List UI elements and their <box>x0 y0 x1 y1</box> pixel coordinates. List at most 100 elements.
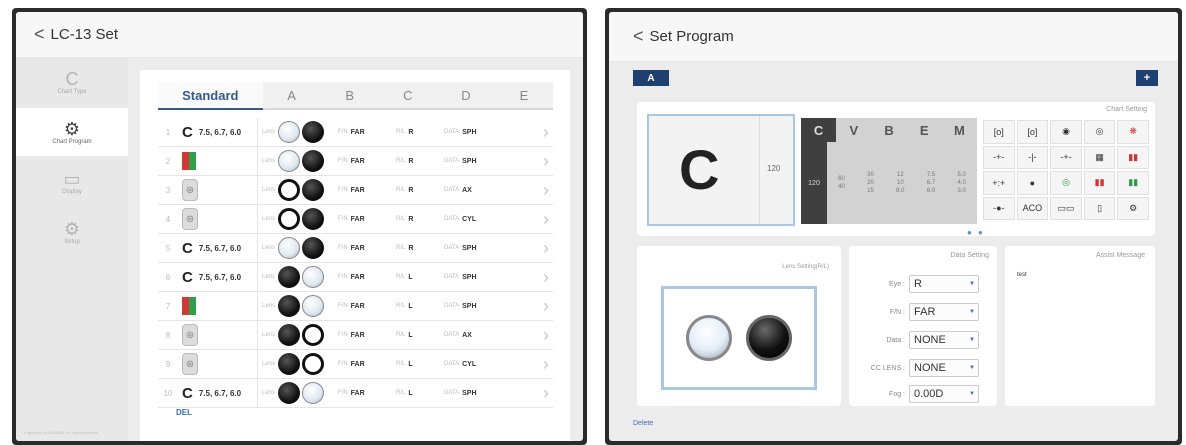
data-field: DATA AX <box>444 332 490 339</box>
optotype-tab[interactable]: V <box>836 118 871 142</box>
chart-option-icon[interactable]: [o] <box>983 120 1015 144</box>
program-row[interactable]: 2 Lens F/N FAR R/L R DATA SPH › <box>158 147 553 176</box>
acuity-selected[interactable]: 120 <box>801 142 827 224</box>
data-field: DATA SPH <box>444 129 490 136</box>
chevron-right-icon[interactable]: › <box>543 354 549 375</box>
chart-option-icon[interactable]: ● <box>1016 171 1049 195</box>
far-near-field: F/N FAR <box>338 187 386 194</box>
optotype-tab[interactable]: E <box>907 118 942 142</box>
data-setting-row: Data : NONE ▼ <box>849 330 997 350</box>
acuity-column[interactable]: 7.5 6.7 6.0 <box>927 171 935 195</box>
sidebar-item-display[interactable]: ▭ Display <box>16 158 128 206</box>
sidebar-item-setup[interactable]: ⚙ Setup <box>16 208 128 256</box>
chart-option-icon[interactable]: ▮▮ <box>1117 171 1149 195</box>
delete-button[interactable]: Delete <box>633 420 653 427</box>
tab-e[interactable]: E <box>494 82 554 110</box>
tab-a[interactable]: A <box>262 82 321 110</box>
right-left-field: R/L R <box>396 187 434 194</box>
chart-option-icon[interactable]: +:+ <box>983 171 1015 195</box>
program-row[interactable]: 9 ⊛ Lens F/N FAR R/L L DATA CYL › <box>158 350 553 379</box>
chevron-right-icon[interactable]: › <box>543 296 549 317</box>
chart-option-icon[interactable]: ◎ <box>1083 120 1116 144</box>
chart-option-icon[interactable]: ❋ <box>1117 120 1149 144</box>
chart-option-icon[interactable]: ▦ <box>1083 145 1116 169</box>
optotype-tab[interactable]: M <box>942 118 977 142</box>
program-tabs: Standard A B C D E <box>158 82 554 110</box>
acuity-column[interactable]: 12 10 8.0 <box>896 171 904 195</box>
chart-option-icon[interactable]: -|- <box>1016 145 1049 169</box>
tab-d[interactable]: D <box>436 82 495 110</box>
del-button[interactable]: DEL <box>176 408 192 417</box>
astigmatism-chart-icon: ⊛ <box>182 353 198 375</box>
field-select[interactable]: R ▼ <box>909 275 979 293</box>
chevron-right-icon[interactable]: › <box>543 267 549 288</box>
left-lens-occluder[interactable] <box>746 315 792 361</box>
add-button[interactable]: + <box>1136 70 1158 86</box>
program-row[interactable]: 4 ⊛ Lens F/N FAR R/L R DATA CYL › <box>158 205 553 234</box>
data-label: DATA <box>444 361 460 367</box>
back-chevron-icon[interactable]: < <box>34 24 45 45</box>
tab-c[interactable]: C <box>378 82 437 110</box>
field-select[interactable]: 0.00D ▼ <box>909 385 979 403</box>
lens-label: Lens <box>262 274 276 280</box>
program-row[interactable]: 3 ⊛ Lens F/N FAR R/L R DATA AX › <box>158 176 553 205</box>
chart-option-icon[interactable]: ◉ <box>1050 120 1082 144</box>
acuity-column[interactable]: 60 40 <box>838 175 845 191</box>
chart-option-icon[interactable]: ACO <box>1016 196 1049 220</box>
chart-option-icon[interactable]: ▯ <box>1083 196 1116 220</box>
chart-option-icon[interactable]: [o] <box>1016 120 1049 144</box>
acuity-column[interactable]: 5.0 4.0 3.0 <box>957 171 965 195</box>
sidebar-item-chart-program[interactable]: ⚙ Chart Program <box>16 108 128 156</box>
chart-option-icon[interactable]: ⚙ <box>1117 196 1149 220</box>
chevron-right-icon[interactable]: › <box>543 122 549 143</box>
row-number: 7 <box>165 301 171 311</box>
row-chart: ⊛ <box>178 350 258 378</box>
right-lens-clear[interactable] <box>686 315 732 361</box>
program-row[interactable]: 6 C 7.5, 6.7, 6.0 Lens F/N FAR R/L L DATA SPH › <box>158 263 553 292</box>
chevron-right-icon[interactable]: › <box>543 238 549 259</box>
chevron-right-icon[interactable]: › <box>543 180 549 201</box>
data-field: DATA CYL <box>444 361 490 368</box>
left-lens-icon <box>302 208 324 230</box>
optotype-tab[interactable]: B <box>871 118 906 142</box>
chart-option-icon[interactable]: ▮▮ <box>1117 145 1149 169</box>
chevron-right-icon[interactable]: › <box>543 325 549 346</box>
tab-standard[interactable]: Standard <box>158 82 263 110</box>
left-lens-icon <box>302 237 324 259</box>
lens-pair <box>278 266 328 288</box>
sidebar: C Chart Type ⚙ Chart Program ▭ Display ⚙… <box>16 58 128 441</box>
landolt-c-icon: C <box>182 239 193 257</box>
chart-option-icon[interactable]: ◎ <box>1050 171 1082 195</box>
tab-b[interactable]: B <box>320 82 379 110</box>
field-select[interactable]: NONE ▼ <box>909 359 979 377</box>
optotype-tab[interactable]: C <box>801 118 837 142</box>
assist-message-text[interactable]: test <box>1017 272 1027 278</box>
chevron-right-icon[interactable]: › <box>543 209 549 230</box>
far-near-value: FAR <box>350 360 365 368</box>
program-a-button[interactable]: A <box>633 70 669 86</box>
chart-option-icon[interactable]: ▭▭ <box>1050 196 1082 220</box>
back-chevron-icon[interactable]: < <box>633 26 644 47</box>
chart-option-icon[interactable]: ▮▮ <box>1083 171 1116 195</box>
chart-option-icon[interactable]: -+- <box>1050 145 1082 169</box>
right-lens-icon <box>278 179 300 201</box>
program-row[interactable]: 8 ⊛ Lens F/N FAR R/L L DATA AX › <box>158 321 553 350</box>
program-row[interactable]: 10 C 7.5, 6.7, 6.0 Lens F/N FAR R/L L DATA SPH › <box>158 379 553 408</box>
program-row[interactable]: 1 C 7.5, 6.7, 6.0 Lens F/N FAR R/L R DATA SPH › <box>158 118 553 147</box>
chart-option-icon[interactable]: -●- <box>983 196 1015 220</box>
chart-option-icon[interactable]: -+- <box>983 145 1015 169</box>
chevron-right-icon[interactable]: › <box>543 383 549 404</box>
top-bar: < Set Program <box>609 12 1178 62</box>
field-select[interactable]: NONE ▼ <box>909 331 979 349</box>
data-value: CYL <box>462 215 477 223</box>
program-row[interactable]: 7 Lens F/N FAR R/L L DATA SPH › <box>158 292 553 321</box>
lens-label: Lens <box>262 187 276 193</box>
chart-setting-title: Chart Setting <box>1106 106 1147 113</box>
field-select[interactable]: FAR ▼ <box>909 303 979 321</box>
acuity-column[interactable]: 30 20 15 <box>867 171 874 195</box>
sidebar-item-chart-type[interactable]: C Chart Type <box>16 58 128 106</box>
program-row[interactable]: 5 C 7.5, 6.7, 6.0 Lens F/N FAR R/L R DATA SPH › <box>158 234 553 263</box>
chevron-right-icon[interactable]: › <box>543 151 549 172</box>
left-lens-icon <box>302 121 324 143</box>
sidebar-item-label: Chart Type <box>57 89 87 95</box>
